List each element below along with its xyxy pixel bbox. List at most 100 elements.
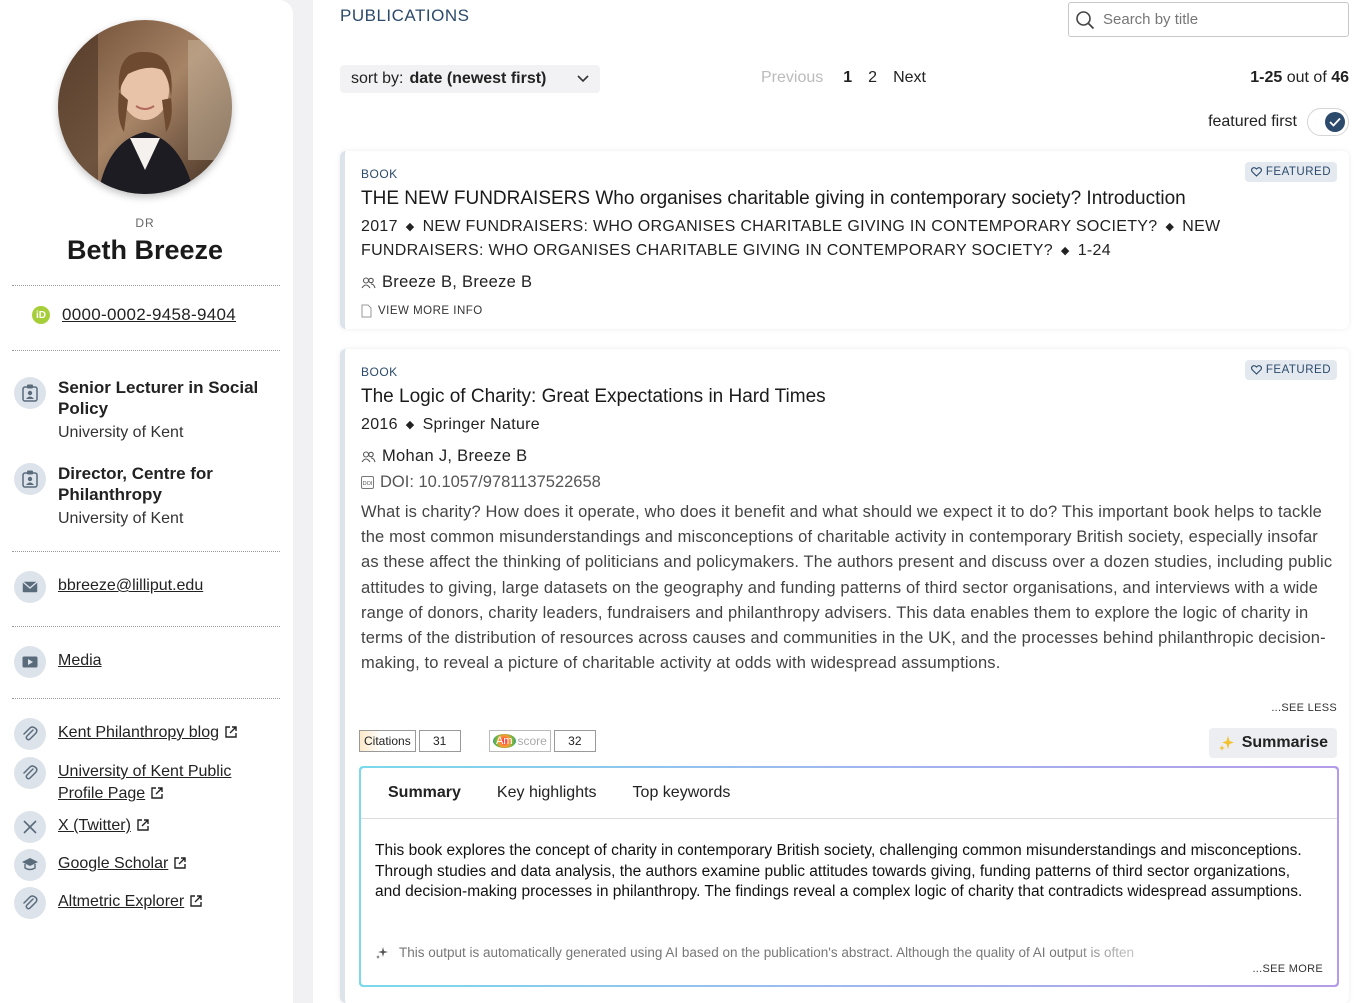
sort-value: date (newest first) — [409, 70, 547, 87]
link-row: Altmetric Explorer — [14, 887, 203, 919]
publication-title[interactable]: The Logic of Charity: Great Expectations… — [361, 385, 1335, 409]
publication-doi[interactable]: DOI: 10.1057/9781137522658 — [380, 473, 601, 492]
id-badge-icon — [14, 463, 46, 495]
summarise-label: Summarise — [1241, 734, 1328, 751]
link-row: University of Kent Public Profile Page — [14, 757, 258, 805]
publication-year: 2016 — [361, 416, 398, 433]
altmetric-score: 32 — [553, 730, 596, 752]
featured-first-row: featured first — [1208, 108, 1349, 136]
profile-name: Beth Breeze — [66, 235, 224, 265]
media-link[interactable]: Media — [58, 650, 102, 672]
citations-label-text: Citations — [364, 734, 411, 748]
publication-abstract: What is charity? How does it operate, wh… — [361, 503, 1333, 673]
public-profile-link[interactable]: University of Kent Public Profile Page — [58, 763, 231, 802]
pagination: Previous 1 2 Next — [761, 69, 942, 87]
external-link-icon — [190, 895, 202, 907]
sort-dropdown[interactable]: sort by: date (newest first) — [340, 65, 600, 93]
featured-label: FEATURED — [1265, 364, 1331, 376]
video-icon — [14, 646, 46, 678]
check-icon — [1325, 112, 1345, 132]
link-row: Google Scholar — [14, 849, 187, 881]
publication-meta: 2016 ◆ Springer Nature — [361, 416, 541, 433]
search-icon — [1076, 10, 1095, 29]
citations-badge[interactable]: Citations 31 — [359, 730, 461, 752]
featured-first-toggle[interactable] — [1307, 108, 1349, 136]
kent-blog-link[interactable]: Kent Philanthropy blog — [58, 724, 219, 741]
publication-type: BOOK — [361, 167, 398, 181]
view-more-info-button[interactable]: VIEW MORE INFO — [361, 304, 483, 318]
altmetric-explorer-link[interactable]: Altmetric Explorer — [58, 893, 184, 910]
view-more-label: VIEW MORE INFO — [378, 305, 483, 317]
doi-row: DOI DOI: 10.1057/9781137522658 — [361, 473, 601, 492]
publication-card: BOOK FEATURED THE NEW FUNDRAISERS Who or… — [340, 151, 1349, 329]
see-less-button[interactable]: ...SEE LESS — [1271, 702, 1337, 714]
next-page-button[interactable]: Next — [893, 69, 926, 87]
users-icon — [361, 450, 376, 462]
altmetric-label: Am score — [489, 730, 551, 752]
search-box[interactable] — [1068, 2, 1349, 37]
link-row: Kent Philanthropy blog — [14, 718, 238, 750]
tab-key-highlights[interactable]: Key highlights — [497, 784, 597, 802]
orcid-link[interactable]: 0000-0002-9458-9404 — [62, 305, 236, 325]
authors-row: Breeze B, Breeze B — [361, 273, 532, 292]
envelope-icon — [14, 571, 46, 603]
external-link-icon — [225, 726, 237, 738]
sparkle-icon — [1218, 736, 1234, 751]
see-more-button[interactable]: ...SEE MORE — [1252, 963, 1323, 975]
summary-text: This book explores the concept of charit… — [375, 842, 1303, 900]
publication-title[interactable]: THE NEW FUNDRAISERS Who organises charit… — [361, 187, 1335, 211]
external-link-icon — [137, 819, 149, 831]
chevron-down-icon — [577, 75, 589, 83]
tab-summary[interactable]: Summary — [388, 784, 461, 802]
profile-sidebar: DR Beth Breeze iD 0000-0002-9458-9404 Se… — [0, 0, 293, 1003]
avatar — [58, 20, 232, 194]
position-item: Senior Lecturer in Social Policy Univers… — [14, 377, 278, 442]
publication-pages: 1-24 — [1077, 242, 1111, 259]
publications-panel: PUBLICATIONS sort by: date (newest first… — [313, 0, 1367, 1003]
altmetric-am: Am — [493, 734, 516, 748]
id-badge-icon — [14, 377, 46, 409]
external-link-icon — [151, 787, 163, 799]
divider — [12, 626, 280, 627]
featured-first-label: featured first — [1208, 113, 1297, 130]
graduation-cap-icon — [14, 849, 46, 881]
featured-badge: FEATURED — [1244, 360, 1337, 380]
page-1-button[interactable]: 1 — [843, 69, 852, 87]
citations-label: Citations — [359, 730, 416, 752]
ai-disclaimer: This output is automatically generated u… — [375, 945, 1187, 960]
page-2-button[interactable]: 2 — [868, 69, 877, 87]
orcid-icon: iD — [32, 306, 50, 324]
orcid-row: iD 0000-0002-9458-9404 — [32, 305, 236, 325]
summarise-button[interactable]: Summarise — [1208, 728, 1337, 758]
previous-page-button[interactable]: Previous — [761, 69, 823, 87]
paperclip-icon — [14, 887, 46, 919]
altmetric-badge[interactable]: Am score 32 — [489, 730, 596, 752]
divider — [12, 350, 280, 351]
divider — [12, 698, 280, 699]
search-input[interactable] — [1103, 11, 1333, 28]
paperclip-icon — [14, 718, 46, 750]
result-count: 1-25 out of 46 — [1250, 69, 1349, 87]
disclaimer-text: This output is automatically generated u… — [399, 945, 1135, 960]
heart-icon — [1250, 167, 1262, 177]
tab-top-keywords[interactable]: Top keywords — [633, 784, 731, 802]
email-row: bbreeze@lilliput.edu — [14, 571, 203, 603]
altmetric-score-label: score — [517, 734, 547, 748]
section-heading: PUBLICATIONS — [340, 6, 470, 25]
position-title: Senior Lecturer in Social Policy — [58, 378, 259, 418]
summary-tabs: Summary Key highlights Top keywords — [361, 768, 1337, 819]
media-row: Media — [14, 646, 102, 678]
google-scholar-link[interactable]: Google Scholar — [58, 855, 168, 872]
count-total: 46 — [1331, 69, 1349, 86]
publication-authors: Breeze B, Breeze B — [382, 273, 533, 291]
external-link-icon — [174, 857, 186, 869]
divider — [12, 285, 280, 286]
position-item: Director, Centre for Philanthropy Univer… — [14, 463, 278, 528]
position-title: Director, Centre for Philanthropy — [58, 464, 213, 504]
link-row: X (Twitter) — [14, 811, 150, 843]
citations-count: 31 — [418, 730, 461, 752]
email-link[interactable]: bbreeze@lilliput.edu — [58, 575, 203, 597]
twitter-link[interactable]: X (Twitter) — [58, 817, 131, 834]
position-org: University of Kent — [58, 510, 184, 527]
users-icon — [361, 276, 376, 288]
